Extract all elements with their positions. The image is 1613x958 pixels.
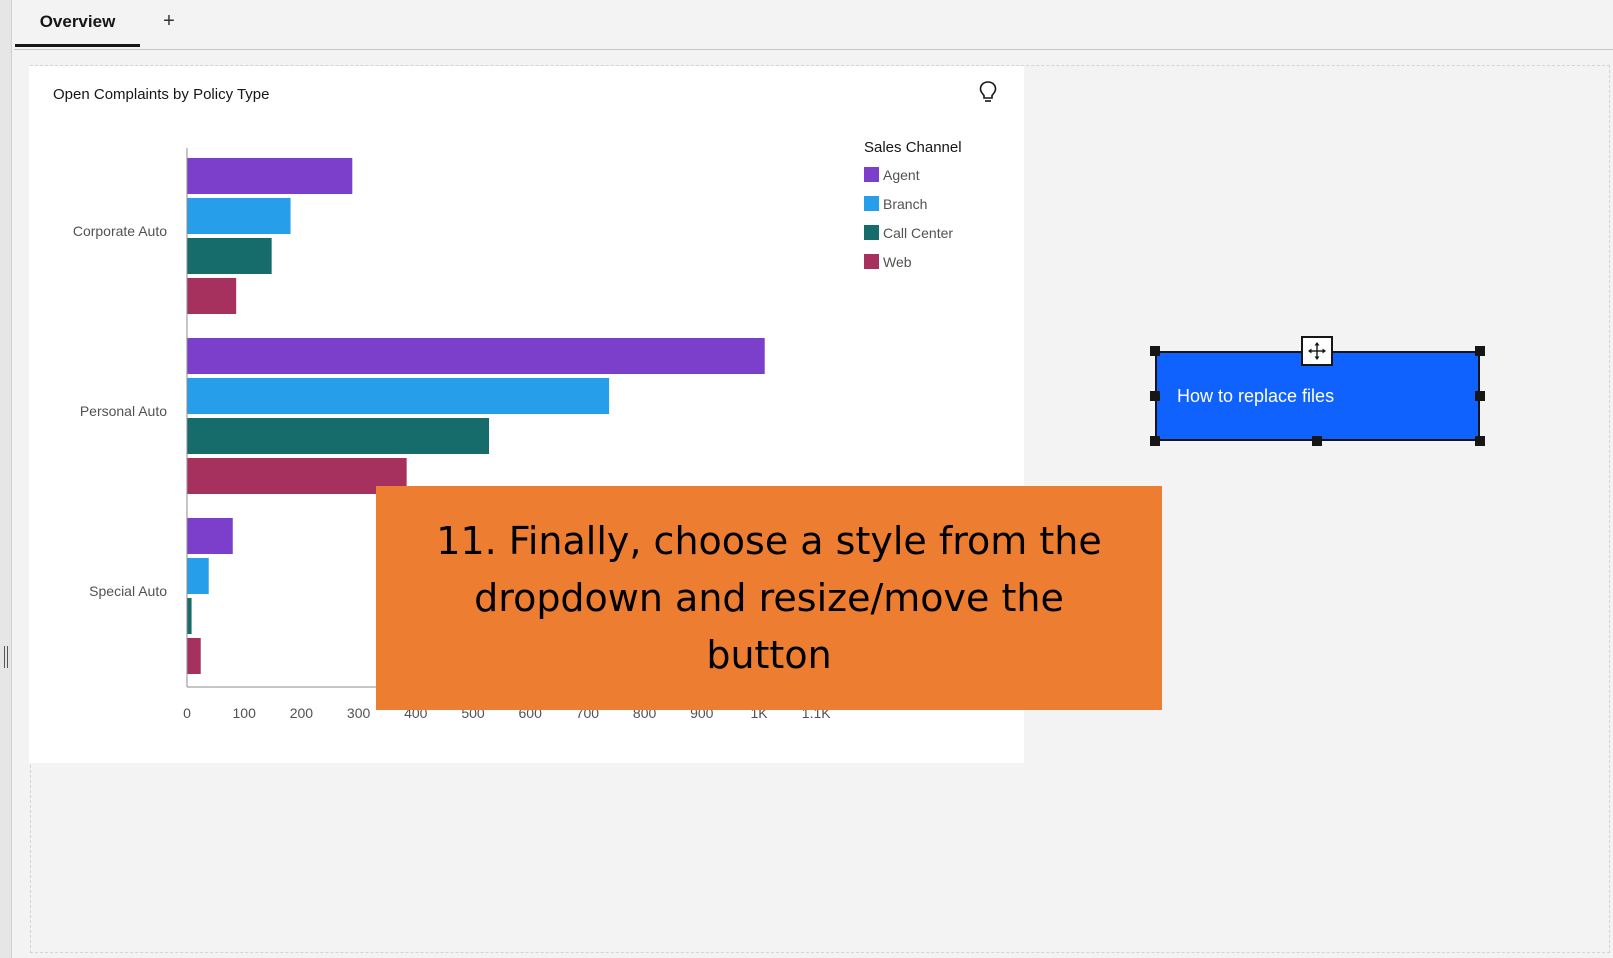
bar[interactable] — [187, 198, 291, 234]
x-tick-label: 300 — [347, 705, 371, 721]
move-handle[interactable] — [1301, 336, 1333, 366]
bar[interactable] — [187, 418, 490, 454]
bar[interactable] — [187, 558, 209, 594]
resize-handle-top-left[interactable] — [1150, 346, 1160, 356]
bar[interactable] — [187, 158, 353, 194]
x-tick-label: 0 — [183, 705, 191, 721]
bar[interactable] — [187, 338, 765, 374]
legend-title: Sales Channel — [864, 139, 962, 156]
bar[interactable] — [187, 518, 233, 554]
bar[interactable] — [187, 278, 237, 314]
y-tick-label: Personal Auto — [80, 403, 167, 419]
resize-handle-bottom-left[interactable] — [1150, 436, 1160, 446]
button-label: How to replace files — [1177, 385, 1335, 406]
legend-swatch — [864, 167, 879, 182]
legend-label: Agent — [883, 167, 920, 183]
bar[interactable] — [187, 238, 272, 274]
resize-handle-middle-right[interactable] — [1475, 391, 1485, 401]
resize-handle-bottom-right[interactable] — [1475, 436, 1485, 446]
callout-text: 11. Finally, choose a style from the dro… — [436, 518, 1102, 677]
x-tick-label: 200 — [290, 705, 314, 721]
tab-overview[interactable]: Overview — [15, 0, 140, 47]
y-tick-label: Special Auto — [89, 583, 167, 599]
bar[interactable] — [187, 598, 192, 634]
dashboard-tab-bar: Overview + — [14, 0, 1613, 50]
add-tab-button[interactable]: + — [154, 6, 184, 36]
resize-handle-top-right[interactable] — [1475, 346, 1485, 356]
left-side-rail — [0, 0, 12, 958]
legend-label: Branch — [883, 196, 927, 212]
legend-swatch — [864, 225, 879, 240]
legend-label: Web — [883, 254, 912, 270]
move-arrows-icon — [1308, 342, 1326, 360]
legend-swatch — [864, 254, 879, 269]
legend-label: Call Center — [883, 225, 953, 241]
legend-swatch — [864, 196, 879, 211]
x-tick-label: 100 — [233, 705, 257, 721]
bar[interactable] — [187, 378, 610, 414]
bar[interactable] — [187, 638, 201, 674]
resize-handle-bottom-middle[interactable] — [1312, 436, 1322, 446]
resize-handle-middle-left[interactable] — [1150, 391, 1160, 401]
y-tick-label: Corporate Auto — [73, 223, 167, 239]
instruction-callout: 11. Finally, choose a style from the dro… — [376, 486, 1162, 710]
bar[interactable] — [187, 458, 407, 494]
panel-resize-handle[interactable] — [3, 646, 9, 668]
